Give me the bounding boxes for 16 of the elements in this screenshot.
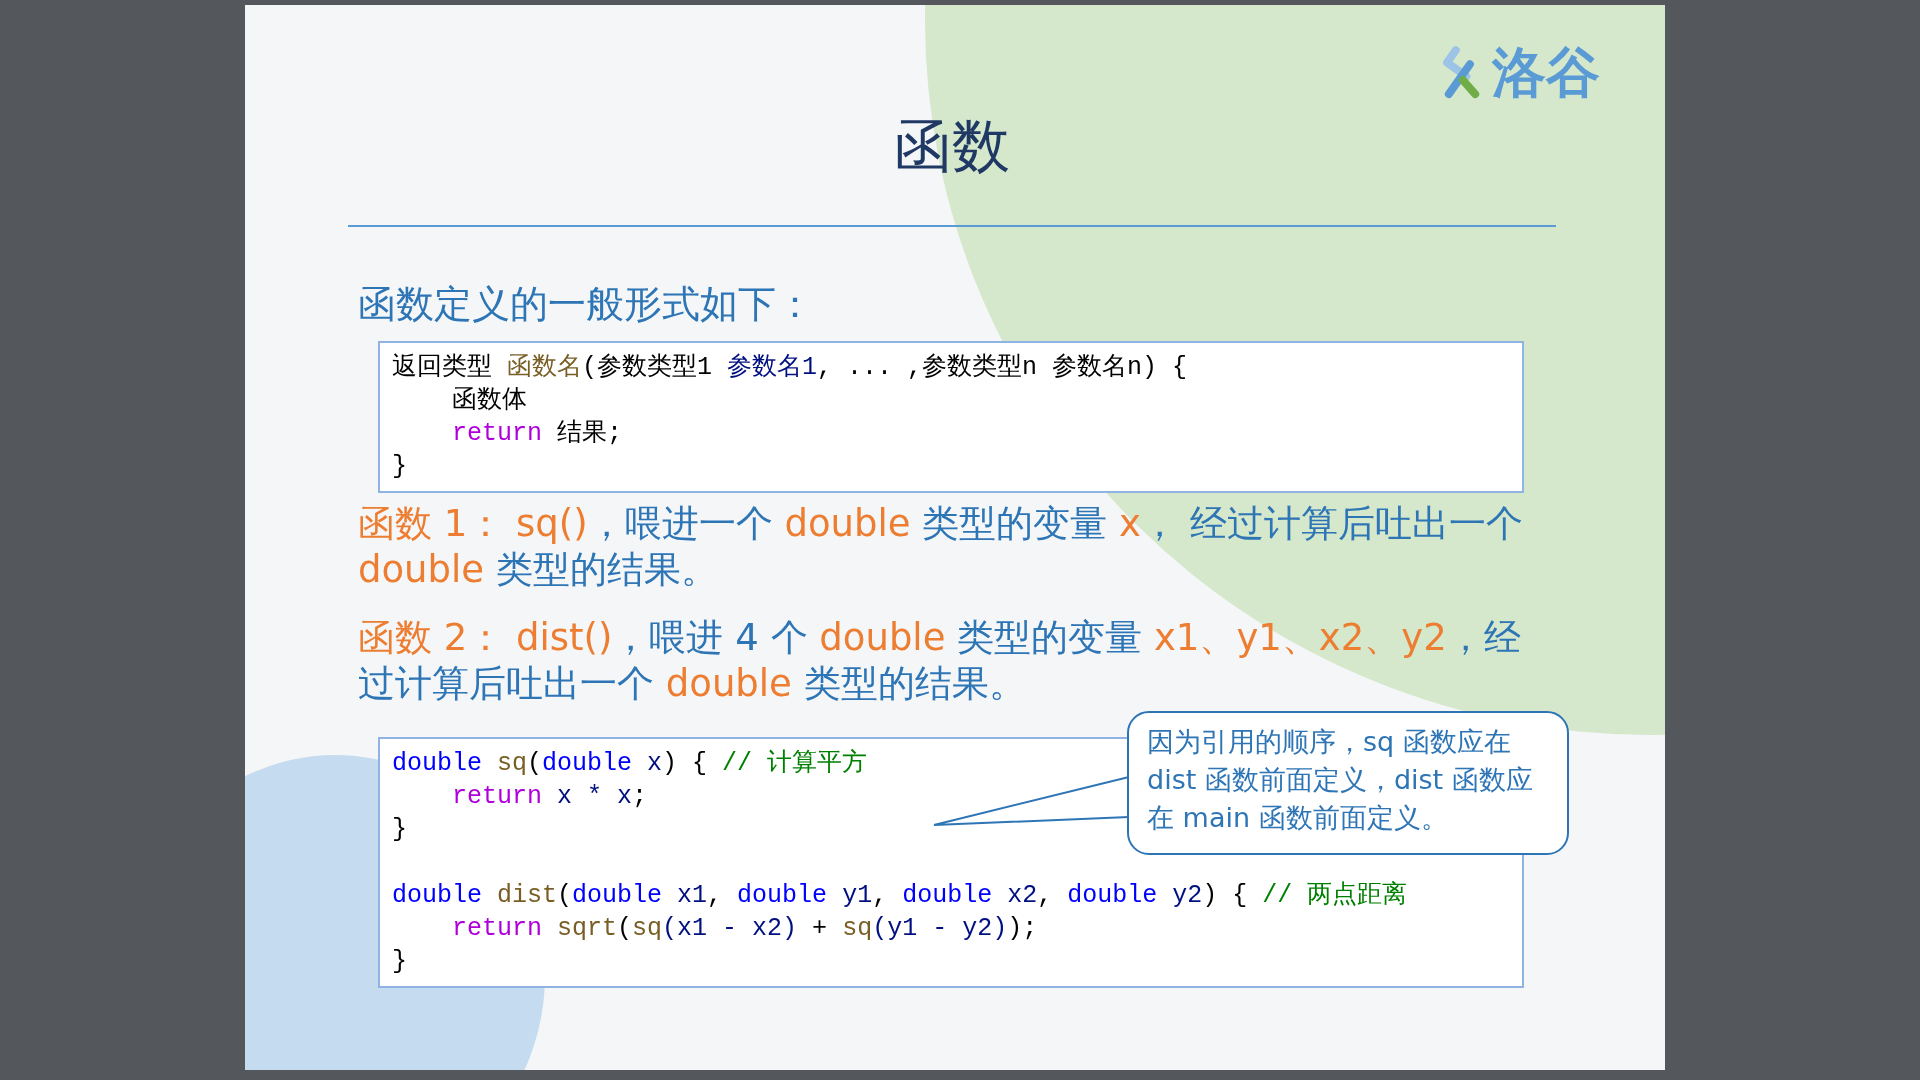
code-line: } <box>392 814 407 846</box>
code-line: double dist(double x1, double y1, double x2, double y2) { // 两点距离 <box>392 880 1408 912</box>
code-line: 返回类型 函数名(参数类型1 参数名1, ... ,参数类型n 参数名n) { <box>392 352 1188 384</box>
description-paragraph: 函数 2： dist()，喂进 4 个 double 类型的变量 x1、y1、x2、y2，经过计算后吐出一个 double 类型的结果。 <box>358 615 1522 707</box>
callout-bubble: 因为引用的顺序，sq 函数应在 dist 函数前面定义，dist 函数应在 main 函数前面定义。 <box>1127 711 1569 855</box>
code-line: return x * x; <box>452 781 648 813</box>
description-paragraph: 函数 1： sq()，喂进一个 double 类型的变量 x， 经过计算后吐出一个 double 类型的结果。 <box>358 501 1524 593</box>
code-line: double sq(double x) { // 计算平方 <box>392 748 868 780</box>
code-line: } <box>392 451 407 483</box>
code-line: } <box>392 946 407 978</box>
code-line: return 结果; <box>452 418 623 450</box>
code-line: return sqrt(sq(x1 - x2) + sq(y1 - y2)); <box>452 913 1038 945</box>
logo-text: 洛谷 <box>1492 46 1600 100</box>
heading-text: 函数定义的一般形式如下： <box>358 281 815 327</box>
slide-title: 函数 <box>893 111 1011 181</box>
code-line: 函数体 <box>452 385 527 417</box>
